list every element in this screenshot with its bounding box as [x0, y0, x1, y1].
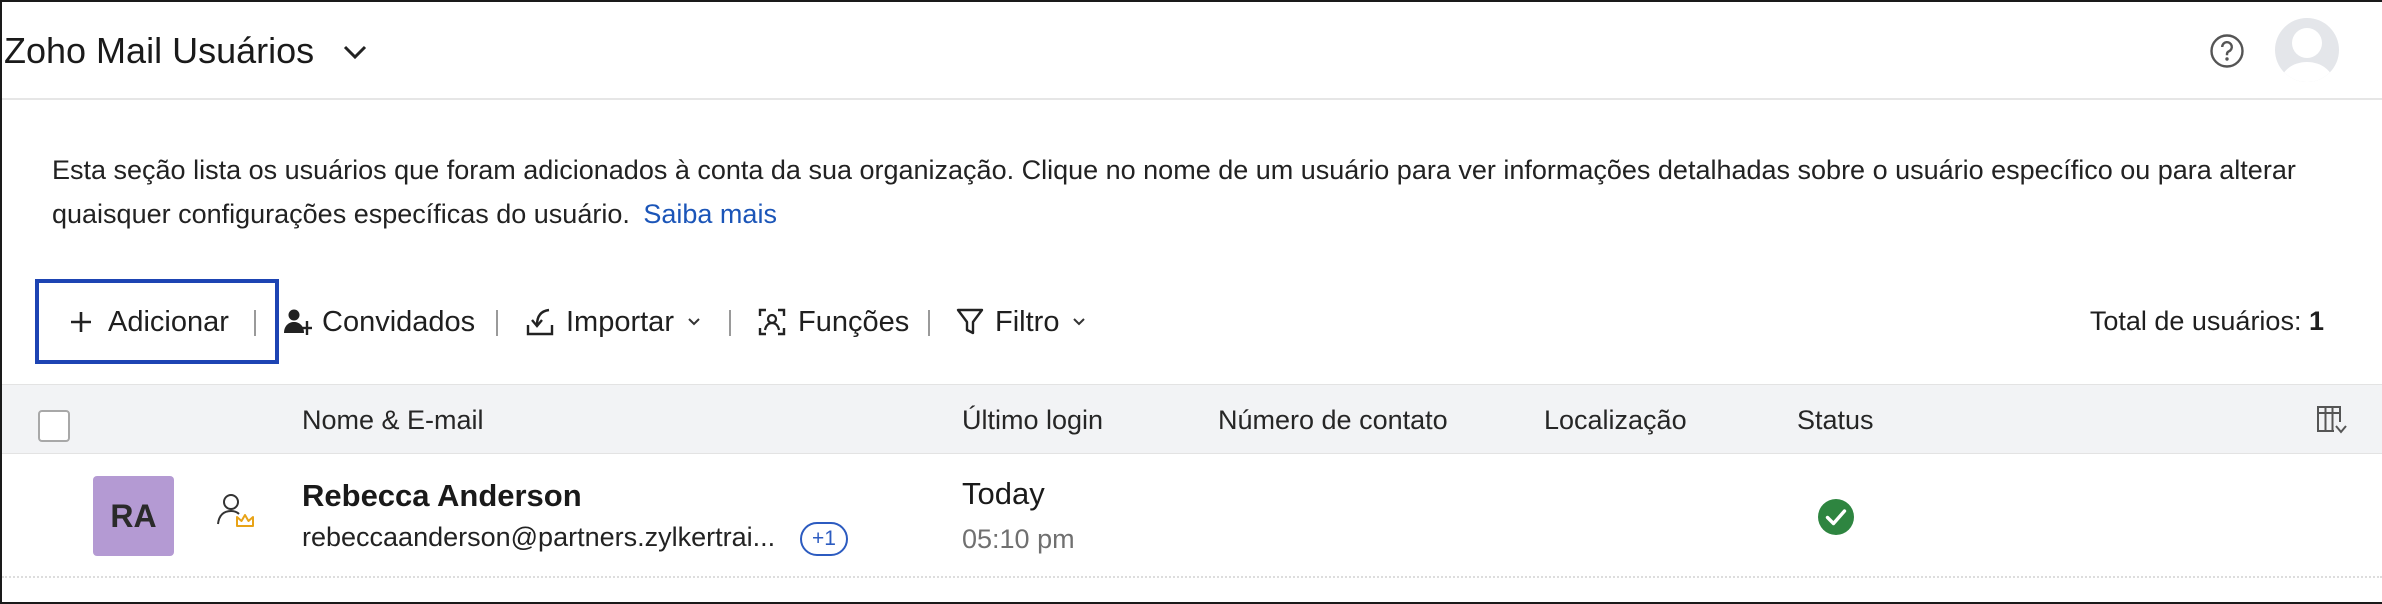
guests-button[interactable]: Convidados [283, 302, 475, 342]
column-status[interactable]: Status [1797, 405, 1874, 436]
filter-icon [956, 308, 984, 335]
description-text: Esta seção lista os usuários que foram a… [52, 155, 2296, 229]
add-user-label: Adicionar [108, 305, 229, 338]
check-circle-icon [1818, 499, 1854, 535]
user-name-link[interactable]: Rebecca Anderson [302, 478, 582, 514]
total-users: Total de usuários: 1 [2090, 306, 2324, 337]
filter-label: Filtro [995, 305, 1060, 338]
total-users-count: 1 [2308, 306, 2324, 336]
column-contact-number[interactable]: Número de contato [1218, 405, 1448, 436]
filter-button[interactable]: Filtro [956, 302, 1087, 342]
guests-icon [284, 309, 312, 335]
import-icon [526, 308, 554, 336]
import-label: Importar [566, 305, 674, 338]
learn-more-link[interactable]: Saiba mais [643, 199, 777, 229]
table-row[interactable]: RA Rebecca Anderson rebeccaanderson@part… [2, 454, 2382, 578]
last-login-day: Today [962, 476, 1045, 511]
user-avatar-icon[interactable] [2273, 16, 2341, 84]
page-header: Zoho Mail Usuários [2, 2, 2382, 100]
page-title[interactable]: Zoho Mail Usuários [4, 30, 314, 72]
roles-label: Funções [798, 305, 910, 338]
help-circle-icon[interactable] [2209, 33, 2245, 69]
column-last-login[interactable]: Último login [962, 405, 1103, 436]
toolbar-separator [729, 310, 731, 336]
add-user-button[interactable]: Adicionar [68, 302, 229, 342]
table-header: Nome & E-mail Último login Número de con… [2, 384, 2382, 454]
toolbar-separator [496, 310, 498, 336]
page-description: Esta seção lista os usuários que foram a… [52, 148, 2342, 236]
user-email: rebeccaanderson@partners.zylkertrai... [302, 522, 776, 552]
admin-user-icon [217, 494, 254, 527]
user-initials-avatar[interactable]: RA [93, 476, 174, 556]
select-all-checkbox[interactable] [38, 410, 70, 442]
roles-button[interactable]: Funções [757, 302, 909, 342]
chevron-down-icon[interactable] [340, 40, 370, 64]
extra-emails-badge[interactable]: +1 [800, 522, 848, 556]
column-name-email[interactable]: Nome & E-mail [302, 405, 484, 436]
chevron-down-icon [1073, 318, 1086, 326]
import-button[interactable]: Importar [525, 302, 702, 342]
users-page: Zoho Mail Usuários Esta seção lista os u… [0, 0, 2382, 604]
column-settings-icon[interactable] [2315, 404, 2349, 438]
toolbar-separator [928, 310, 930, 336]
plus-icon [71, 312, 91, 332]
chevron-down-icon [688, 318, 700, 326]
last-login-time: 05:10 pm [962, 524, 1075, 554]
roles-icon [758, 308, 786, 336]
column-location[interactable]: Localização [1544, 405, 1687, 436]
guests-label: Convidados [322, 305, 476, 338]
total-users-label: Total de usuários: [2089, 306, 2302, 336]
toolbar-separator [254, 310, 256, 336]
